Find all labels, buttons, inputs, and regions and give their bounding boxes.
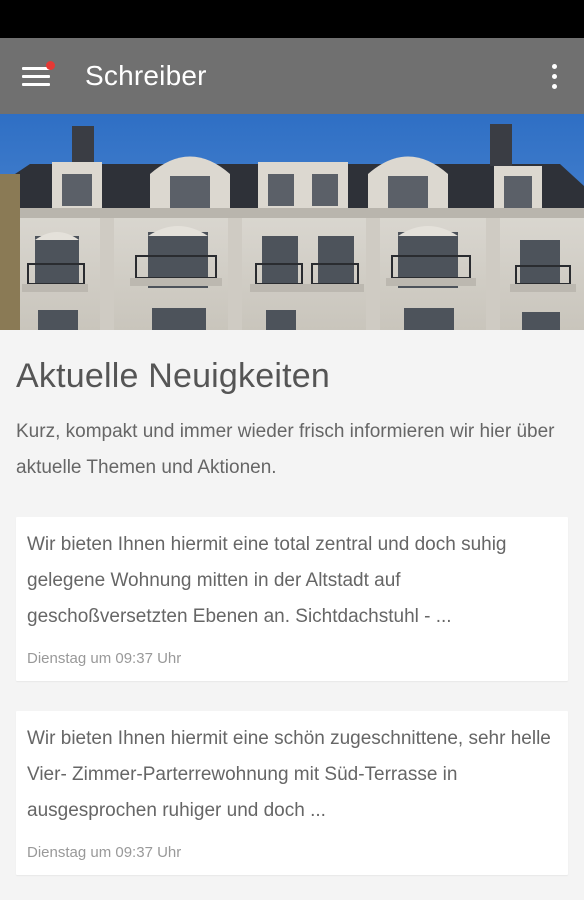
page-intro-text: Kurz, kompakt und immer wieder frisch in… xyxy=(16,421,555,478)
status-bar xyxy=(0,0,584,38)
app-title: Schreiber xyxy=(85,60,207,91)
building-facade-photo xyxy=(0,114,584,330)
news-card-date: Dienstag um 09:37 Uhr xyxy=(27,650,182,667)
news-card[interactable]: Wir bieten Ihnen hiermit eine schön zuge… xyxy=(16,711,568,875)
hamburger-menu-icon xyxy=(22,66,50,86)
app-bar: Schreiber xyxy=(0,38,584,114)
more-vertical-icon xyxy=(551,63,557,69)
news-card-text: Wir bieten Ihnen hiermit eine schön zuge… xyxy=(27,728,551,821)
navigation-menu-button[interactable] xyxy=(14,54,58,98)
news-card-text: Wir bieten Ihnen hiermit eine total zent… xyxy=(27,534,507,627)
main-content: Aktuelle Neuigkeiten Kurz, kompakt und i… xyxy=(0,330,584,486)
news-card-date: Dienstag um 09:37 Uhr xyxy=(27,844,182,861)
notification-dot-icon xyxy=(46,61,55,70)
more-options-button[interactable] xyxy=(538,60,570,92)
page-title: Aktuelle Neuigkeiten xyxy=(16,357,330,395)
hero-building-image xyxy=(0,114,584,330)
news-card[interactable]: Wir bieten Ihnen hiermit eine total zent… xyxy=(16,517,568,681)
